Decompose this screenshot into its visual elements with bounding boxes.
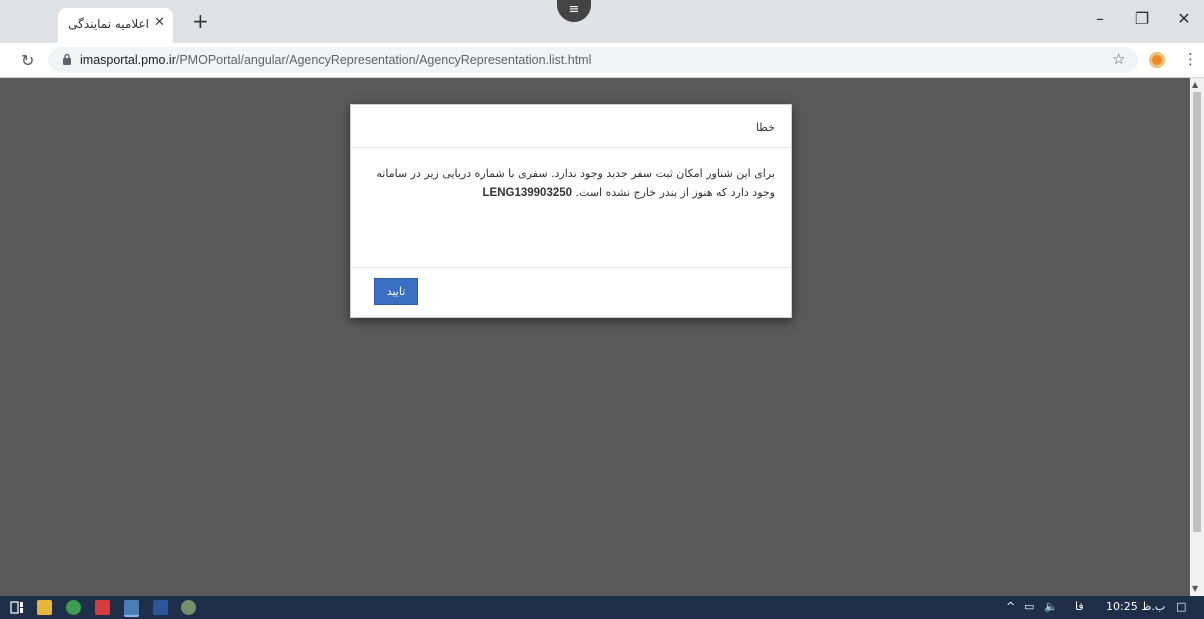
- notifications-icon[interactable]: □: [1176, 600, 1186, 613]
- scroll-down-icon[interactable]: ▼: [1192, 584, 1198, 593]
- restore-button[interactable]: ❐: [1130, 9, 1154, 28]
- confirm-button[interactable]: تایید: [374, 278, 418, 305]
- more-menu-icon[interactable]: ⋮: [1183, 50, 1198, 68]
- app-icon-red[interactable]: [95, 600, 110, 615]
- bookmark-star-icon[interactable]: ☆: [1112, 50, 1125, 68]
- scroll-up-icon[interactable]: ▲: [1192, 80, 1198, 89]
- tab-close-icon[interactable]: ✕: [154, 15, 165, 30]
- menu-icon[interactable]: ≡: [557, 0, 591, 22]
- address-bar[interactable]: imasportal.pmo.ir/PMOPortal/angular/Agen…: [48, 47, 1138, 73]
- file-explorer-icon[interactable]: [37, 600, 52, 615]
- tab-title: اعلامیه نمایندگی: [68, 17, 149, 31]
- url-host: imasportal.pmo.ir: [80, 53, 176, 67]
- paint-icon[interactable]: [181, 600, 196, 615]
- tab-bar: ✕ اعلامیه نمایندگی + ≡ – ❐ ✕: [0, 0, 1204, 43]
- reload-icon[interactable]: ↻: [21, 51, 34, 70]
- dialog-message-line2: وجود دارد که هنوز از بندر خارج نشده است.…: [365, 183, 775, 203]
- dialog-divider: [351, 147, 791, 148]
- scroll-thumb[interactable]: [1193, 92, 1201, 532]
- taskbar: ^ ▭ 🔈 فا 10:25 ب.ظ □: [0, 596, 1204, 619]
- language-indicator[interactable]: فا: [1075, 600, 1084, 613]
- word-icon[interactable]: [153, 600, 168, 615]
- dialog-footer-divider: [351, 267, 791, 268]
- active-app-icon[interactable]: [124, 600, 139, 617]
- minimize-button[interactable]: –: [1088, 9, 1112, 28]
- new-tab-button[interactable]: +: [192, 11, 209, 31]
- clock[interactable]: 10:25 ب.ظ: [1106, 600, 1165, 613]
- dialog-message: برای این شناور امکان ثبت سفر جدید وجود ن…: [365, 164, 775, 203]
- address-bar-row: ↻ imasportal.pmo.ir/PMOPortal/angular/Ag…: [0, 43, 1204, 78]
- extension-icon[interactable]: [1149, 52, 1165, 68]
- volume-icon[interactable]: 🔈: [1044, 600, 1058, 613]
- chrome-icon[interactable]: [66, 600, 81, 615]
- tray-expand-icon[interactable]: ^: [1006, 600, 1015, 613]
- error-dialog: خطا برای این شناور امکان ثبت سفر جدید وج…: [350, 104, 792, 318]
- scrollbar[interactable]: ▲ ▼: [1190, 78, 1204, 596]
- dialog-message-text: وجود دارد که هنوز از بندر خارج نشده است.: [575, 186, 775, 199]
- tab-agency-representation[interactable]: ✕ اعلامیه نمایندگی: [58, 8, 173, 43]
- dialog-message-line1: برای این شناور امکان ثبت سفر جدید وجود ن…: [376, 167, 775, 180]
- voyage-code: LENG139903250: [482, 187, 573, 199]
- url-path: /PMOPortal/angular/AgencyRepresentation/…: [175, 53, 592, 67]
- dialog-title: خطا: [755, 121, 775, 134]
- lock-icon: [63, 53, 71, 65]
- window-close-button[interactable]: ✕: [1172, 9, 1196, 28]
- task-view-icon[interactable]: [10, 600, 25, 615]
- url-text[interactable]: imasportal.pmo.ir/PMOPortal/angular/Agen…: [80, 53, 591, 67]
- battery-icon[interactable]: ▭: [1024, 600, 1034, 613]
